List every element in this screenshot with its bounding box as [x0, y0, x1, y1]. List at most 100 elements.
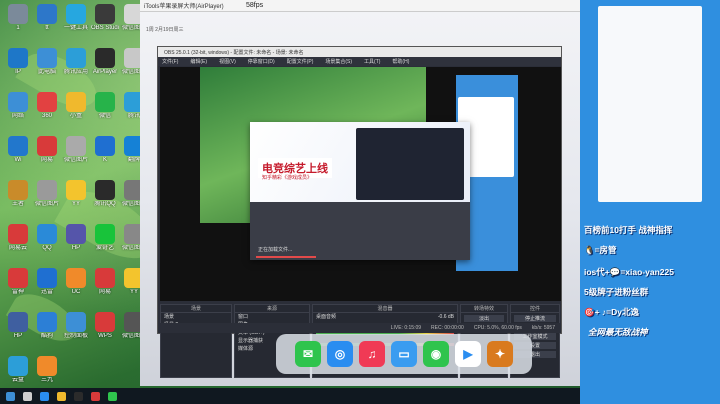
popup-brand-sub: 知乎精彩《游戏成员》 — [262, 175, 313, 181]
desktop-icon[interactable]: 1 — [4, 4, 32, 32]
desktop-icon-label: UC — [71, 289, 81, 295]
desktop-icon[interactable]: OBS Studio — [91, 4, 119, 32]
browser-icon[interactable] — [40, 391, 49, 401]
popup-banner: 电竞综艺上线 知乎精彩《游戏成员》 — [250, 122, 470, 202]
loading-progress-bar — [256, 256, 316, 258]
control-button[interactable]: 停止推流 — [514, 315, 556, 322]
desktop-icon[interactable]: 一键工具 — [62, 4, 90, 32]
loading-popup[interactable]: 电竞综艺上线 知乎精彩《游戏成员》 正在加载文件... — [250, 122, 470, 260]
desktop-icon[interactable]: K — [91, 136, 119, 164]
desktop-icon[interactable]: QQ — [33, 224, 61, 252]
obs-menu-item[interactable]: 场景集合(S) — [325, 58, 352, 65]
app-icon — [37, 136, 57, 156]
obs-taskbar-icon[interactable] — [74, 391, 83, 401]
desktop-icon-label: 此电脑 — [37, 69, 56, 75]
game-icon[interactable]: ✦ — [487, 341, 513, 367]
desktop-icon-label: 微信图片 — [34, 201, 59, 207]
desktop-icon[interactable]: HP — [62, 224, 90, 252]
app-icon — [66, 92, 86, 112]
obs-menu-item[interactable]: 停靠窗口(D) — [248, 58, 275, 65]
overlay-text-line: 百榜前10打手 战神指挥 — [584, 225, 673, 235]
messages-icon[interactable]: ✉ — [295, 341, 321, 367]
desktop-icon-label: 网易 — [40, 157, 53, 163]
desktop-icon-label: 迅雷 — [40, 289, 53, 295]
app-taskbar-icon[interactable] — [91, 391, 100, 401]
overlay-text-line: 🐧=房管 — [584, 245, 617, 255]
desktop-icon[interactable]: 网络 — [4, 92, 32, 120]
app-icon — [66, 48, 86, 68]
tool-icon — [66, 4, 86, 24]
obs-menu-item[interactable]: 工具(T) — [364, 58, 380, 65]
character-illustration — [598, 6, 702, 202]
obs-menu-item[interactable]: 帮助(H) — [392, 58, 409, 65]
obs-menu-item[interactable]: 编辑(E) — [190, 58, 207, 65]
desktop-icon-label: 一键工具 — [63, 25, 88, 31]
overlay-text-line: 全网最无敌战神 — [588, 327, 648, 337]
screen: 1 tt 一键工具OBS Studio 微信图片 IP 此电脑 腾讯应用 AirPlayer 微… — [0, 0, 720, 404]
video-app-icon[interactable]: ▶ — [455, 341, 481, 367]
status-item: REC: 00:00:00 — [431, 325, 464, 331]
desktop-icon[interactable]: 三九 — [33, 356, 61, 384]
app-icon — [95, 268, 115, 288]
desktop-icon-label: 微信 — [98, 113, 111, 119]
desktop-icon-label: 网络 — [11, 113, 24, 119]
desktop-icon-label: AirPlayer — [92, 69, 118, 75]
app-icon — [8, 48, 28, 68]
obs-menu-item[interactable]: 视图(V) — [219, 58, 236, 65]
search-icon[interactable] — [23, 391, 32, 401]
desktop-icon-label: 1 — [16, 25, 20, 31]
app-icon — [37, 356, 57, 376]
desktop-icon[interactable]: 小盒 — [62, 92, 90, 120]
desktop-icon[interactable]: 控制面板 — [62, 312, 90, 340]
desktop-icon[interactable]: 360 — [33, 92, 61, 120]
desktop-icon[interactable]: 腾讯QQ — [91, 180, 119, 208]
desktop-icon-label: 雷神 — [11, 289, 24, 295]
files-icon[interactable]: ▭ — [391, 341, 417, 367]
desktop-icon[interactable]: 微信图片 — [33, 180, 61, 208]
desktop-icon[interactable]: IP — [4, 48, 32, 76]
airplayer-icon — [95, 48, 115, 68]
app-icon — [8, 136, 28, 156]
desktop-icon[interactable]: 网易 — [33, 136, 61, 164]
start-icon[interactable] — [6, 391, 15, 401]
music-icon[interactable]: ♫ — [359, 341, 385, 367]
transition-select[interactable]: 淡出 — [464, 315, 504, 322]
folder-icon[interactable] — [57, 391, 66, 401]
desktop-icon[interactable]: 王者 — [4, 180, 32, 208]
desktop-icon[interactable]: 微信图片 — [62, 136, 90, 164]
scene-item[interactable]: 场景 — [161, 313, 231, 321]
desktop-icon[interactable]: 网易云 — [4, 224, 32, 252]
yy-icon — [66, 180, 86, 200]
desktop-icon[interactable]: 腾讯应用 — [62, 48, 90, 76]
game-icon — [8, 180, 28, 200]
desktop-icon-label: 360 — [41, 113, 52, 119]
desktop-icon-label: Wi — [14, 157, 22, 163]
desktop-icon[interactable]: 此电脑 — [33, 48, 61, 76]
desktop-icon[interactable]: UC — [62, 268, 90, 296]
desktop-icon[interactable]: 雷神 — [4, 268, 32, 296]
airplayer-titlebar[interactable]: iTools苹果录屏大师(AirPlayer) — [140, 0, 580, 12]
obs-menu-item[interactable]: 文件(F) — [162, 58, 178, 65]
desktop-icon[interactable]: 网易 — [91, 268, 119, 296]
wechat-icon[interactable]: ◉ — [423, 341, 449, 367]
desktop-icon[interactable]: 微信 — [91, 92, 119, 120]
desktop-icon-label: 网易 — [98, 289, 111, 295]
safari-icon[interactable]: ◎ — [327, 341, 353, 367]
desktop-icon[interactable]: 爱奇艺 — [91, 224, 119, 252]
obs-menu-item[interactable]: 配置文件(P) — [287, 58, 314, 65]
app-icon — [37, 268, 57, 288]
wechat-taskbar-icon[interactable] — [108, 391, 117, 401]
desktop-icon[interactable]: 酷狗 — [33, 312, 61, 340]
desktop-icon[interactable]: YY — [62, 180, 90, 208]
desktop-icon[interactable]: HP — [4, 312, 32, 340]
status-item: CPU: 5.0%, 60.00 fps — [473, 325, 522, 331]
desktop-icon[interactable]: Wi — [4, 136, 32, 164]
desktop-icon[interactable]: AirPlayer — [91, 48, 119, 76]
desktop-icon[interactable]: 云盘 — [4, 356, 32, 384]
desktop-icon[interactable]: WPS — [91, 312, 119, 340]
desktop-icon-label: 微信图片 — [63, 157, 88, 163]
desktop-icon[interactable]: 迅雷 — [33, 268, 61, 296]
desktop-icon[interactable]: tt — [33, 4, 61, 32]
source-item[interactable]: 窗口 — [235, 313, 309, 321]
overlay-text-line: 🎯+ ♪=Dy北逸 — [584, 307, 639, 317]
